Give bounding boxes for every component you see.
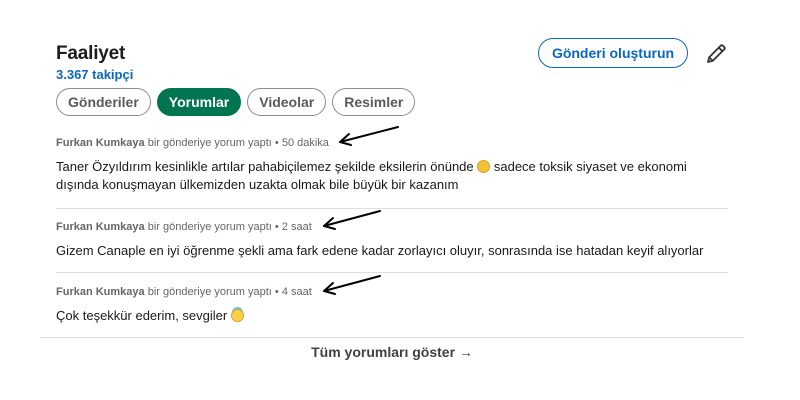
author-name[interactable]: Furkan Kumkaya: [56, 137, 145, 149]
tab-posts[interactable]: Gönderiler: [56, 88, 151, 116]
comment-meta: Furkan Kumkaya bir gönderiye yorum yaptı…: [56, 221, 728, 233]
divider: [40, 337, 744, 338]
action-text: bir gönderiye yorum yaptı: [147, 286, 272, 298]
comment-text: Taner Özyıldırım kesinlikle artılar paha…: [56, 158, 728, 194]
divider: [56, 208, 728, 209]
meta-separator: •: [274, 137, 279, 149]
author-name[interactable]: Furkan Kumkaya: [56, 286, 145, 298]
author-name[interactable]: Furkan Kumkaya: [56, 221, 145, 233]
activity-card: Faaliyet 3.367 takipçi Gönderi oluşturun…: [40, 30, 744, 390]
comment-text-part: Taner Özyıldırım kesinlikle artılar paha…: [56, 159, 478, 174]
divider: [56, 272, 728, 273]
comment-meta: Furkan Kumkaya bir gönderiye yorum yaptı…: [56, 286, 728, 298]
pencil-icon[interactable]: [704, 42, 728, 66]
action-text: bir gönderiye yorum yaptı: [147, 137, 272, 149]
comment-item[interactable]: Furkan Kumkaya bir gönderiye yorum yaptı…: [56, 221, 728, 260]
arrow-icon: [339, 126, 399, 146]
arrow-icon: [323, 275, 381, 295]
action-text: bir gönderiye yorum yaptı: [147, 221, 272, 233]
halo-face-emoji-icon: [230, 309, 244, 322]
arrow-icon: [323, 210, 381, 230]
meta-separator: •: [274, 221, 279, 233]
tab-comments[interactable]: Yorumlar: [156, 88, 242, 116]
comment-item[interactable]: Furkan Kumkaya bir gönderiye yorum yaptı…: [56, 286, 728, 325]
tab-images[interactable]: Resimler: [332, 88, 416, 116]
money-face-emoji-icon: [477, 160, 491, 173]
activity-tabs: Gönderiler Yorumlar Videolar Resimler: [56, 88, 416, 116]
meta-separator: •: [274, 286, 279, 298]
followers-count-link[interactable]: 3.367 takipçi: [56, 67, 133, 82]
tab-videos[interactable]: Videolar: [247, 88, 327, 116]
create-post-button[interactable]: Gönderi oluşturun: [538, 38, 688, 68]
comment-text: Gizem Canaple en iyi öğrenme şekli ama f…: [56, 243, 704, 258]
show-all-comments-link[interactable]: Tüm yorumları göster →: [40, 344, 744, 360]
time-ago: 50 dakika: [281, 137, 329, 149]
comment-text-part: Çok teşekkür ederim, sevgiler: [56, 308, 231, 323]
section-title: Faaliyet: [56, 43, 126, 64]
time-ago: 4 saat: [281, 286, 312, 298]
time-ago: 2 saat: [281, 221, 312, 233]
comment-text: Çok teşekkür ederim, sevgiler: [56, 307, 728, 325]
